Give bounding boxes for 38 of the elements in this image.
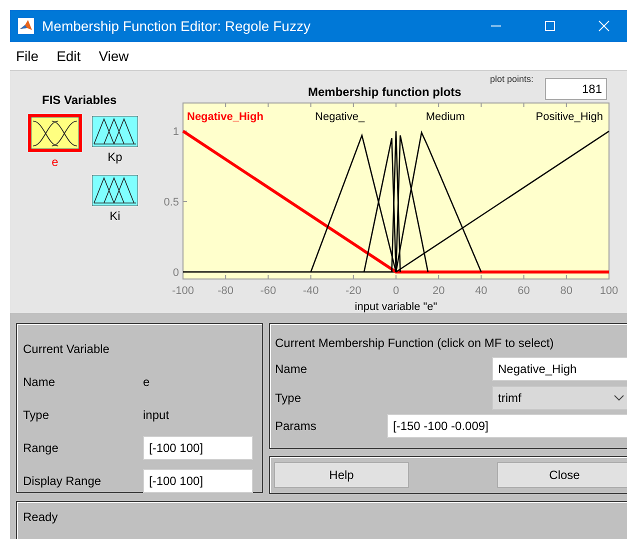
field-label: plot points: <box>490 74 534 84</box>
tick-label: 60 <box>518 285 530 297</box>
panel-title: Current Variable <box>23 342 110 356</box>
variable-label: e <box>52 155 58 169</box>
tick-label: -60 <box>260 285 276 297</box>
field-label: Range <box>23 440 60 454</box>
status-text: Ready <box>23 510 58 524</box>
field-label: Name <box>275 362 308 376</box>
tick-label: -40 <box>302 285 319 297</box>
tick-label: 40 <box>475 285 488 297</box>
window-title: Membership Function Editor: Regole Fuzzy <box>42 18 312 34</box>
tick-label: 1 <box>172 126 179 138</box>
tick-label: -20 <box>345 285 362 297</box>
field-value: input <box>143 408 170 422</box>
tick-label: -100 <box>172 285 194 297</box>
field-value: e <box>143 374 151 388</box>
field-label: Type <box>23 408 50 422</box>
variable-label: Kp <box>108 150 122 164</box>
field-label: Type <box>275 391 302 405</box>
curve-label: Negative_ <box>315 111 365 123</box>
curve-label: Positive_High <box>536 111 603 123</box>
curve-label: Negative_High <box>187 111 264 123</box>
variable-label: Ki <box>110 209 120 223</box>
tick-label: 0.5 <box>164 196 179 209</box>
tick-label: 0 <box>172 266 179 279</box>
plot-title: Membership function plots <box>308 85 462 99</box>
panel-title: Current Membership Function (click on MF to select) <box>275 336 554 350</box>
tick-label: 100 <box>600 285 618 297</box>
section-title: FIS Variables <box>42 93 117 107</box>
axis-label: input variable "e" <box>354 301 438 313</box>
curve-label: Medium <box>426 111 465 123</box>
tick-label: 80 <box>560 285 573 297</box>
tick-label: 20 <box>432 285 445 297</box>
tick-label: 0 <box>392 285 400 297</box>
field-label: Name <box>23 374 56 388</box>
tick-label: -80 <box>218 285 234 297</box>
field-label: Display Range <box>23 474 102 488</box>
field-label: Params <box>275 419 318 433</box>
